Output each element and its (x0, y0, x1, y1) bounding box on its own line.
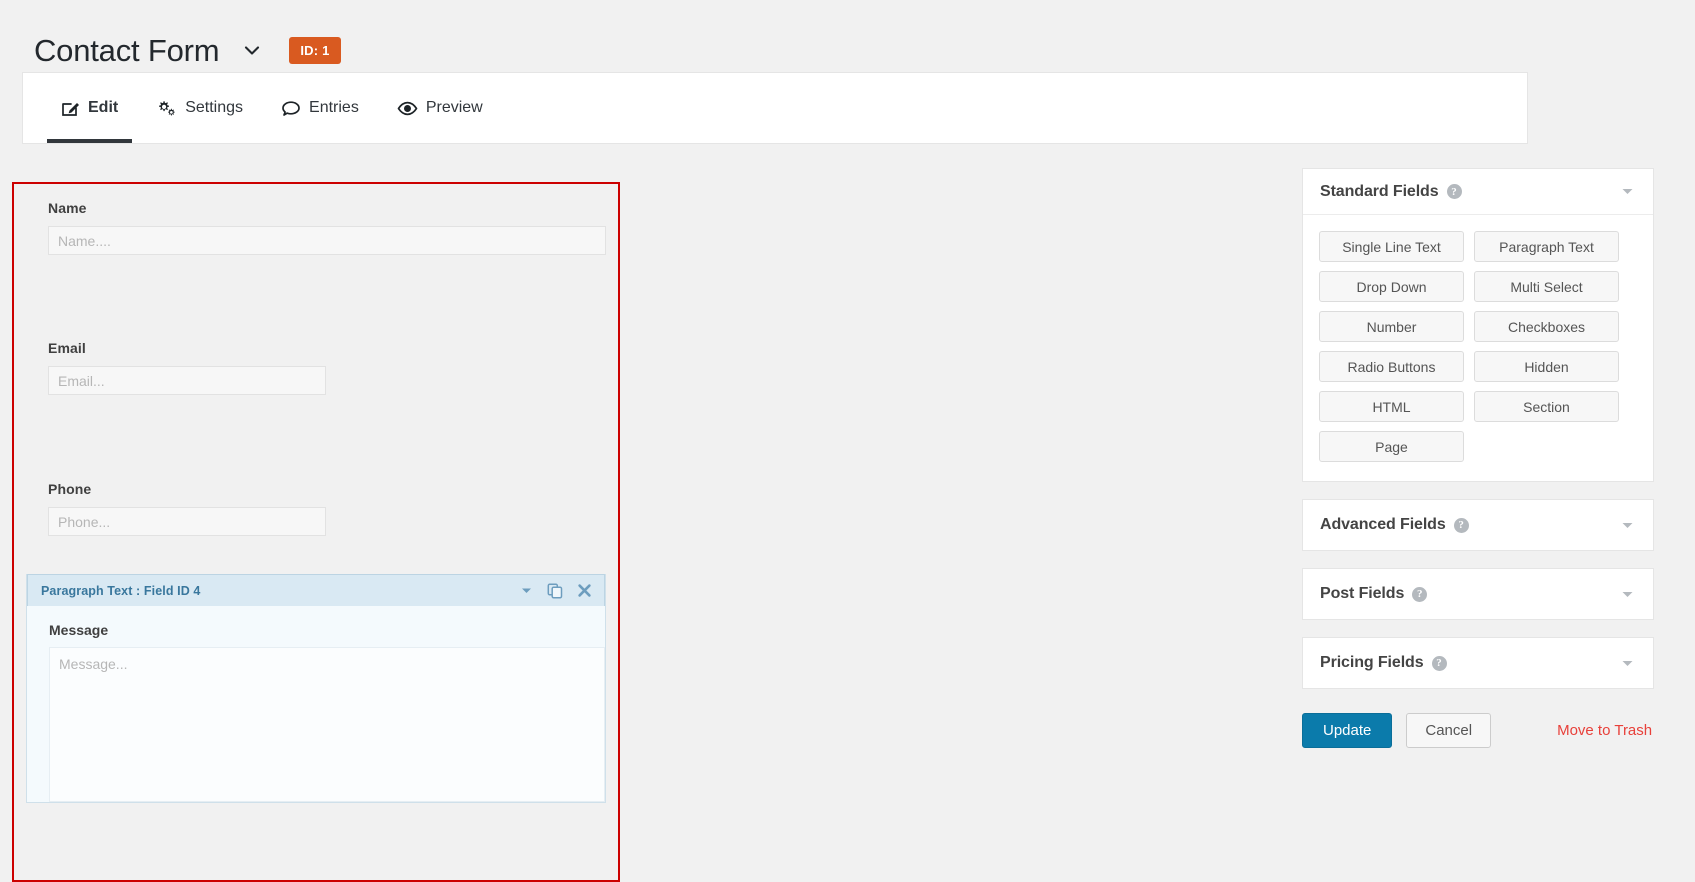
field-button-single-line-text[interactable]: Single Line Text (1319, 231, 1464, 262)
chevron-down-icon[interactable] (239, 37, 265, 63)
panel-header-advanced-fields[interactable]: Advanced Fields ? (1303, 500, 1653, 550)
form-actions: Update Cancel Move to Trash (1302, 713, 1654, 748)
panel-title: Pricing Fields (1320, 654, 1424, 671)
panel-header-post-fields[interactable]: Post Fields ? (1303, 569, 1653, 619)
form-field-name[interactable]: Name Name.... (14, 200, 618, 255)
panel-title: Standard Fields (1320, 182, 1439, 200)
form-field-phone[interactable]: Phone Phone... (14, 481, 618, 536)
tab-label: Edit (88, 99, 119, 116)
help-circle-icon[interactable]: ? (1412, 586, 1428, 602)
tab-label: Settings (185, 99, 244, 116)
tab-edit[interactable]: Edit (47, 73, 133, 143)
form-id-badge: ID: 1 (289, 36, 341, 64)
page-title: Contact Form (34, 32, 220, 68)
field-library-panel: Standard Fields ? Single Line Text Parag… (1302, 168, 1654, 748)
field-button-radio-buttons[interactable]: Radio Buttons (1319, 351, 1464, 382)
message-textarea[interactable]: Message... (49, 647, 605, 802)
active-tab-underline (47, 139, 133, 143)
panel-title: Post Fields (1320, 585, 1405, 602)
field-button-page[interactable]: Page (1319, 431, 1464, 462)
email-input[interactable]: Email... (48, 366, 326, 395)
form-editor-canvas[interactable]: Name Name.... Email Email... Phone Phone… (12, 182, 620, 882)
panel-header-standard-fields[interactable]: Standard Fields ? (1303, 169, 1653, 215)
chevron-down-icon[interactable] (1620, 587, 1635, 602)
field-button-html[interactable]: HTML (1319, 391, 1464, 422)
panel-header-pricing-fields[interactable]: Pricing Fields ? (1303, 638, 1653, 688)
chevron-down-icon[interactable] (520, 584, 533, 597)
tab-label: Entries (309, 99, 359, 116)
gears-icon (156, 98, 177, 118)
update-button[interactable]: Update (1302, 713, 1393, 748)
help-circle-icon[interactable]: ? (1446, 184, 1462, 199)
tab-label: Preview (425, 99, 483, 116)
panel-pricing-fields: Pricing Fields ? (1302, 637, 1654, 689)
panel-standard-fields: Standard Fields ? Single Line Text Parag… (1302, 168, 1654, 482)
form-field-email[interactable]: Email Email... (14, 340, 618, 395)
field-button-section[interactable]: Section (1474, 391, 1619, 422)
chevron-down-icon[interactable] (1620, 184, 1635, 199)
field-label: Message (49, 622, 109, 638)
field-label: Email (48, 340, 86, 356)
panel-post-fields: Post Fields ? (1302, 568, 1654, 620)
chevron-down-icon[interactable] (1620, 518, 1635, 533)
selected-field-body: Message Message... (27, 606, 605, 802)
edit-pencil-square-icon (61, 99, 80, 118)
move-to-trash-link[interactable]: Move to Trash (1557, 722, 1652, 739)
panel-title: Advanced Fields (1320, 516, 1446, 533)
field-button-hidden[interactable]: Hidden (1474, 351, 1619, 382)
field-label: Phone (48, 481, 92, 497)
cancel-button[interactable]: Cancel (1406, 713, 1492, 748)
eye-icon (397, 99, 418, 118)
help-circle-icon[interactable]: ? (1453, 517, 1469, 533)
close-icon[interactable] (577, 583, 592, 598)
name-input[interactable]: Name.... (48, 226, 606, 255)
field-label: Name (48, 200, 87, 216)
help-circle-icon[interactable]: ? (1431, 655, 1447, 671)
form-field-message-selected[interactable]: Paragraph Text : Field ID 4 Message Mess… (26, 574, 606, 803)
field-button-drop-down[interactable]: Drop Down (1319, 271, 1464, 302)
chevron-down-icon[interactable] (1620, 656, 1635, 671)
field-button-paragraph-text[interactable]: Paragraph Text (1474, 231, 1619, 262)
tab-entries[interactable]: Entries (267, 73, 373, 143)
tab-settings[interactable]: Settings (142, 73, 257, 143)
field-button-multi-select[interactable]: Multi Select (1474, 271, 1619, 302)
field-button-number[interactable]: Number (1319, 311, 1464, 342)
selected-field-header: Paragraph Text : Field ID 4 (27, 574, 605, 606)
field-button-checkboxes[interactable]: Checkboxes (1474, 311, 1619, 342)
tab-bar: Edit Settings Entries Preview (22, 72, 1528, 144)
speech-bubble-icon (281, 99, 301, 118)
tab-preview[interactable]: Preview (383, 73, 497, 143)
panel-advanced-fields: Advanced Fields ? (1302, 499, 1654, 551)
phone-input[interactable]: Phone... (48, 507, 326, 536)
duplicate-icon[interactable] (547, 583, 563, 599)
selected-field-title: Paragraph Text : Field ID 4 (41, 583, 201, 598)
page-header: Contact Form ID: 1 (0, 0, 1695, 78)
field-button-grid: Single Line Text Paragraph Text Drop Dow… (1303, 215, 1653, 481)
